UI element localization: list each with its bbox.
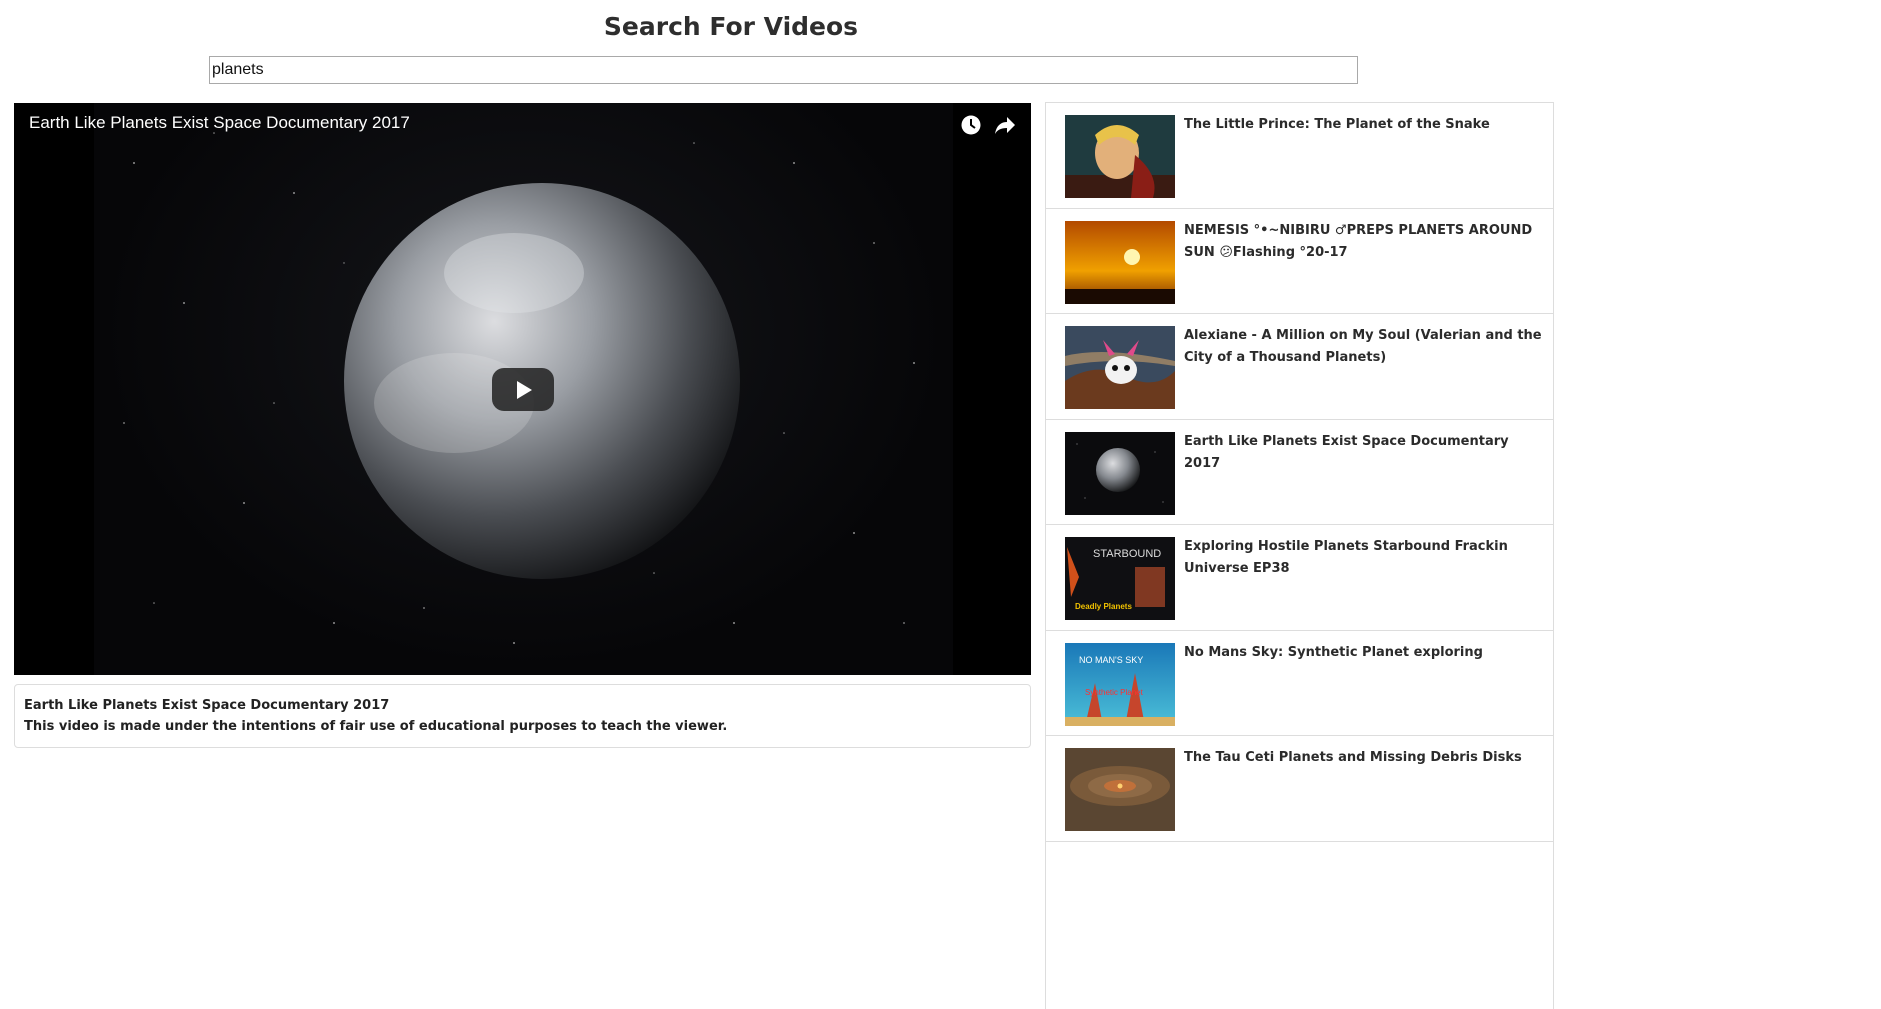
result-thumbnail[interactable]: NO MAN'S SKY Synthetic Planet: [1065, 642, 1175, 726]
result-item[interactable]: NEMESIS °•~NIBIRU ♂PREPS PLANETS AROUND …: [1046, 209, 1553, 314]
thumbnail-text: STARBOUND: [1093, 548, 1161, 560]
search-box[interactable]: [209, 56, 1358, 84]
result-thumbnail[interactable]: STARBOUND Deadly Planets: [1065, 537, 1175, 620]
selected-video-title: Earth Like Planets Exist Space Documenta…: [24, 698, 390, 713]
thumbnail-text: NO MAN'S SKY: [1079, 655, 1143, 665]
result-item[interactable]: NO MAN'S SKY Synthetic Planet No Mans Sk…: [1046, 631, 1553, 736]
result-title[interactable]: Alexiane - A Million on My Soul (Valeria…: [1184, 325, 1543, 369]
clock-icon[interactable]: [960, 114, 984, 138]
result-item[interactable]: The Little Prince: The Planet of the Sna…: [1046, 103, 1553, 209]
selected-video-description: This video is made under the intentions …: [24, 719, 728, 734]
result-item[interactable]: Alexiane - A Million on My Soul (Valeria…: [1046, 314, 1553, 420]
result-thumbnail[interactable]: [1065, 748, 1175, 831]
results-list: The Little Prince: The Planet of the Sna…: [1045, 102, 1554, 1009]
result-title[interactable]: No Mans Sky: Synthetic Planet exploring: [1184, 642, 1543, 664]
share-arrow-icon[interactable]: [993, 114, 1017, 138]
video-player[interactable]: Earth Like Planets Exist Space Documenta…: [14, 103, 1031, 675]
result-thumbnail[interactable]: [1065, 326, 1175, 409]
search-input[interactable]: [210, 57, 1357, 83]
result-title[interactable]: NEMESIS °•~NIBIRU ♂PREPS PLANETS AROUND …: [1184, 220, 1543, 264]
result-title[interactable]: The Tau Ceti Planets and Missing Debris …: [1184, 747, 1543, 769]
result-item[interactable]: STARBOUND Deadly Planets Exploring Hosti…: [1046, 525, 1553, 631]
thumbnail-badge: Synthetic Planet: [1085, 688, 1144, 697]
player-video-title[interactable]: Earth Like Planets Exist Space Documenta…: [29, 113, 410, 133]
thumbnail-badge: Deadly Planets: [1075, 602, 1132, 611]
result-title[interactable]: Exploring Hostile Planets Starbound Frac…: [1184, 536, 1543, 580]
page-title: Search For Videos: [603, 12, 859, 41]
result-thumbnail[interactable]: [1065, 220, 1175, 304]
result-item[interactable]: Earth Like Planets Exist Space Documenta…: [1046, 420, 1553, 525]
play-icon[interactable]: [492, 368, 554, 411]
result-thumbnail[interactable]: [1065, 431, 1175, 515]
video-description-panel: Earth Like Planets Exist Space Documenta…: [14, 684, 1031, 748]
result-title[interactable]: The Little Prince: The Planet of the Sna…: [1184, 114, 1543, 136]
result-title[interactable]: Earth Like Planets Exist Space Documenta…: [1184, 431, 1543, 475]
result-item[interactable]: The Tau Ceti Planets and Missing Debris …: [1046, 736, 1553, 842]
result-thumbnail[interactable]: [1065, 115, 1175, 198]
